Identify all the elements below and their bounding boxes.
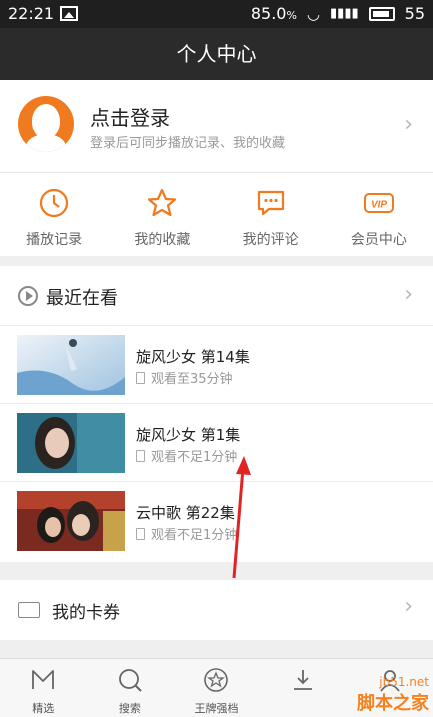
vip-badge-text: VIP <box>371 200 387 211</box>
tab-top-shows-label: 王牌强档 <box>194 702 239 715</box>
tab-search-label: 搜索 <box>118 702 141 715</box>
watch-progress: 观看不足1分钟 <box>136 524 237 543</box>
page-title: 个人中心 <box>0 28 433 80</box>
tab-top-shows[interactable]: 王牌强档 <box>173 659 260 717</box>
quick-actions: 播放记录 我的收藏 我的评论 VIP 会员中心 <box>0 172 433 256</box>
video-thumbnail <box>17 491 125 551</box>
video-title: 旋风少女 第1集 <box>136 426 241 444</box>
play-circle-icon <box>18 286 38 306</box>
tab-featured[interactable]: 精选 <box>0 659 87 717</box>
wifi-icon: ◡ <box>306 4 321 23</box>
avatar[interactable] <box>18 96 74 152</box>
star-icon <box>148 188 177 217</box>
phone-icon <box>136 372 145 384</box>
quick-comments[interactable]: 我的评论 <box>217 173 325 256</box>
tab-search[interactable]: 搜索 <box>87 659 174 717</box>
watch-progress: 观看至35分钟 <box>136 368 233 387</box>
download-icon <box>294 670 313 690</box>
coupons-row[interactable]: 我的卡券 › <box>0 580 433 640</box>
video-thumbnail <box>17 413 125 473</box>
quick-vip[interactable]: VIP 会员中心 <box>325 173 433 256</box>
chevron-right-icon: › <box>404 112 413 137</box>
list-item[interactable]: 旋风少女 第14集 观看至35分钟 <box>0 326 433 404</box>
search-icon <box>118 669 142 692</box>
video-title: 旋风少女 第14集 <box>136 348 250 366</box>
tab-downloads[interactable] <box>260 659 347 717</box>
status-time: 22:21 <box>8 4 55 23</box>
comment-icon <box>257 190 284 216</box>
battery-icon <box>368 6 395 21</box>
quick-vip-label: 会员中心 <box>350 232 407 248</box>
login-row[interactable]: 点击登录 登录后可同步播放记录、我的收藏 › <box>0 80 433 172</box>
list-item[interactable]: 旋风少女 第1集 观看不足1分钟 <box>0 404 433 482</box>
status-extra: 55 <box>404 4 425 23</box>
login-subtitle: 登录后可同步播放记录、我的收藏 <box>90 136 286 151</box>
coupons-title: 我的卡券 <box>52 603 120 623</box>
gallery-icon <box>60 6 78 21</box>
watch-progress: 观看不足1分钟 <box>136 446 237 465</box>
chevron-right-icon: › <box>404 594 413 619</box>
video-title: 云中歌 第22集 <box>136 504 235 522</box>
quick-favorites-label: 我的收藏 <box>134 232 191 248</box>
watermark-brand: 脚本之家 <box>357 693 429 714</box>
featured-icon <box>32 670 55 689</box>
login-title: 点击登录 <box>90 106 170 130</box>
recent-header[interactable]: 最近在看 › <box>0 266 433 326</box>
watermark-site: jb51.net <box>379 675 429 689</box>
list-item[interactable]: 云中歌 第22集 观看不足1分钟 <box>0 482 433 560</box>
quick-history-label: 播放记录 <box>26 232 83 248</box>
quick-comments-label: 我的评论 <box>242 232 299 248</box>
watermark: jb51.net 脚本之家 <box>357 675 429 715</box>
quick-history[interactable]: 播放记录 <box>0 173 108 256</box>
vip-icon: VIP <box>363 193 394 213</box>
phone-icon <box>136 528 145 540</box>
quick-favorites[interactable]: 我的收藏 <box>108 173 216 256</box>
clock-icon <box>40 188 69 218</box>
recent-section: 最近在看 › 旋风少女 第14集 观看至35分钟 旋风少女 第1集 观看不足1分… <box>0 266 433 562</box>
recent-title: 最近在看 <box>46 288 118 309</box>
signal-icon: ▮▮▮▮ <box>330 6 359 21</box>
phone-icon <box>136 450 145 462</box>
video-thumbnail <box>17 335 125 395</box>
ticket-icon <box>18 602 40 618</box>
star-icon <box>204 668 229 692</box>
tab-featured-label: 精选 <box>32 702 55 715</box>
status-bar: 22:21 85.0% ◡ ▮▮▮▮ 55 <box>0 0 433 28</box>
chevron-right-icon: › <box>404 282 413 307</box>
battery-percent: 85.0% <box>250 4 297 23</box>
